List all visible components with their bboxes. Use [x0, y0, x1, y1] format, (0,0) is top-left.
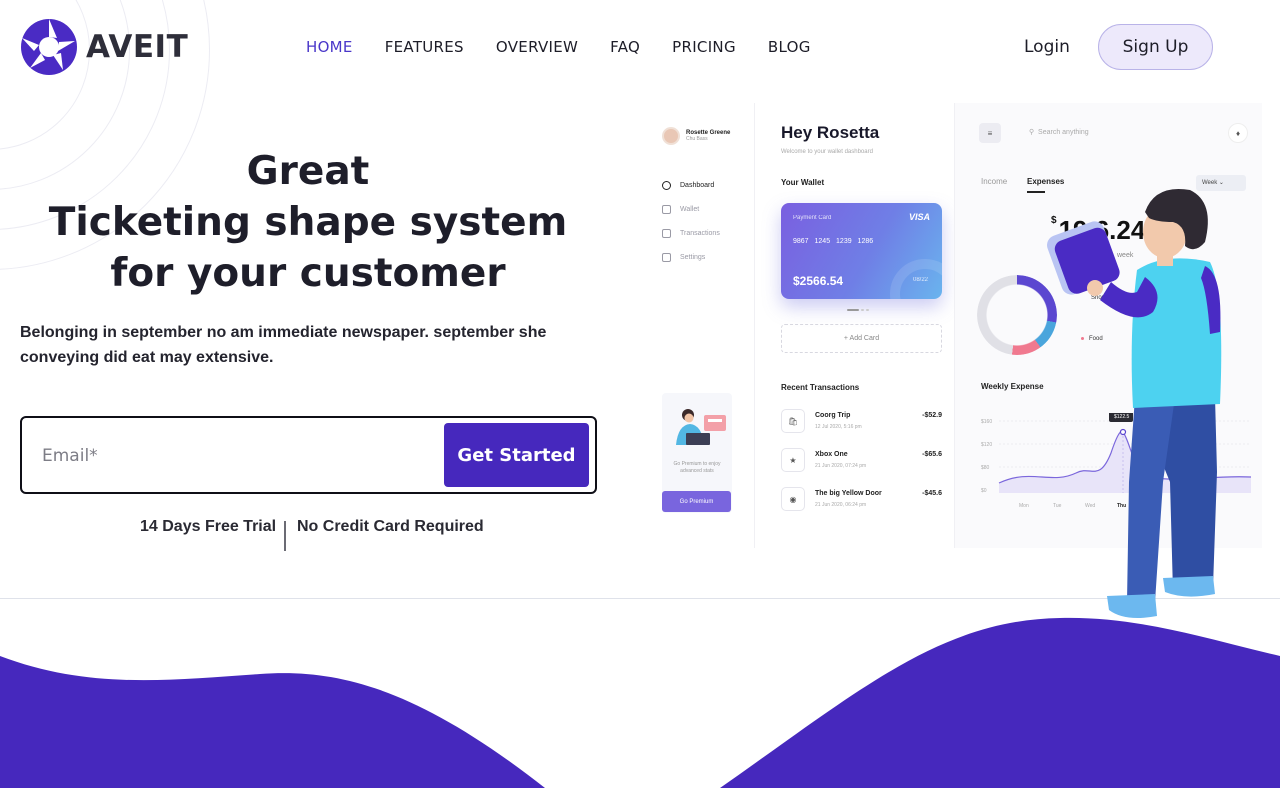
sidebar-item-wallet: Wallet [662, 205, 699, 214]
email-input[interactable] [42, 442, 422, 470]
sidebar-item-dashboard: Dashboard [662, 181, 714, 190]
hero-title-line-2: Ticketing shape system [48, 200, 568, 245]
bell-icon: ♦ [1228, 123, 1248, 143]
transaction-amount: -$45.6 [922, 490, 942, 497]
get-started-button[interactable]: Get Started [444, 423, 589, 487]
main-nav: HOME FEATURES OVERVIEW FAQ PRICING BLOG [306, 38, 843, 56]
payment-card: Payment Card VISA 9867 1245 1239 1286 $2… [781, 203, 942, 299]
weekly-expense-title: Weekly Expense [981, 382, 1044, 391]
user-subtitle: Chu Bass [686, 136, 708, 142]
door-icon: ◉ [781, 487, 805, 511]
card-decoration [890, 259, 942, 299]
transaction-date: 12 Jul 2020, 5:16 pm [815, 424, 862, 430]
sidebar-item-label: Wallet [680, 206, 700, 213]
x-day: Mon [1019, 503, 1029, 509]
hero-subtitle: Belonging in september no am immediate n… [20, 324, 547, 366]
nav-overview[interactable]: OVERVIEW [496, 38, 578, 56]
person-laptop-illustration [676, 409, 726, 445]
menu-icon: ≡ [979, 123, 1001, 143]
nav-home[interactable]: HOME [306, 38, 353, 56]
person-holding-card-illustration [1047, 188, 1222, 618]
tab-income: Income [981, 177, 1008, 186]
promo-text: Go Premium to enjoy advanced stats [673, 461, 721, 474]
transaction-amount: -$52.9 [922, 412, 942, 419]
card-label: Payment Card [793, 215, 832, 221]
wallet-title: Your Wallet [781, 178, 825, 187]
signup-form: Get Started [20, 416, 597, 494]
dashboard-icon [662, 181, 671, 190]
search-placeholder: Search anything [1038, 129, 1089, 136]
card-balance: $2566.54 [793, 274, 844, 288]
hero-title-line-1: Great [246, 149, 370, 194]
y-tick: $160 [981, 419, 992, 425]
greeting: Hey Rosetta [781, 123, 880, 142]
transaction-row: 🛍 Coorg Trip 12 Jul 2020, 5:16 pm -$52.9 [781, 409, 942, 435]
wallet-panel: Hey Rosetta Welcome to your wallet dashb… [754, 103, 954, 548]
sidebar-item-label: Dashboard [680, 182, 715, 189]
sidebar-item-label: Settings [680, 254, 706, 261]
sidebar-item-label: Transactions [680, 230, 720, 237]
aperture-logo-icon [21, 19, 77, 75]
carousel-dots [847, 309, 869, 311]
hero-title: Great Ticketing shape system for your cu… [20, 146, 596, 299]
transaction-row: ★ Xbox One 21 Jun 2020, 07:24 pm -$65.6 [781, 448, 942, 474]
refresh-icon [662, 229, 671, 238]
recent-transactions-title: Recent Transactions [781, 383, 860, 392]
signup-button[interactable]: Sign Up [1098, 24, 1213, 70]
nav-faq[interactable]: FAQ [610, 38, 640, 56]
divider [284, 521, 286, 551]
tab-underline [1027, 191, 1045, 193]
transaction-name: Xbox One [815, 451, 848, 458]
settings-icon [662, 253, 671, 262]
y-tick: $0 [981, 488, 987, 494]
transaction-date: 21 Jun 2020, 07:24 pm [815, 463, 867, 469]
bottom-wave [0, 617, 1280, 788]
bag-icon: 🛍 [781, 409, 805, 433]
nav-features[interactable]: FEATURES [385, 38, 464, 56]
login-link[interactable]: Login [1024, 37, 1070, 57]
go-premium-button: Go Premium [662, 491, 731, 512]
transaction-row: ◉ The big Yellow Door 21 Jun 2020, 06:24… [781, 487, 942, 513]
nav-pricing[interactable]: PRICING [672, 38, 736, 56]
nav-blog[interactable]: BLOG [768, 38, 811, 56]
visa-logo: VISA [908, 212, 930, 222]
gamepad-icon: ★ [781, 448, 805, 472]
dashboard-sidebar: Rosette Greene Chu Bass Dashboard Wallet… [650, 103, 754, 548]
welcome-text: Welcome to your wallet dashboard [781, 149, 873, 155]
no-credit-card-text: No Credit Card Required [297, 518, 484, 535]
y-tick: $120 [981, 442, 992, 448]
search-field: ⚲ Search anything [1029, 129, 1089, 136]
wallet-icon [662, 205, 671, 214]
y-tick: $80 [981, 465, 990, 471]
avatar [662, 127, 680, 145]
hero-title-line-3: for your customer [110, 251, 506, 296]
add-card-button: + Add Card [781, 324, 942, 353]
sidebar-item-settings: Settings [662, 253, 705, 262]
brand-name: AVEIT [86, 29, 189, 65]
transaction-name: The big Yellow Door [815, 490, 882, 497]
card-number: 9867 1245 1239 1286 [793, 238, 874, 245]
sidebar-item-transactions: Transactions [662, 229, 720, 238]
transaction-date: 21 Jun 2020, 06:24 pm [815, 502, 867, 508]
transaction-amount: -$65.6 [922, 451, 942, 458]
free-trial-text: 14 Days Free Trial [140, 518, 277, 535]
logo[interactable]: AVEIT [20, 18, 188, 76]
transaction-name: Coorg Trip [815, 412, 851, 419]
user-profile: Rosette Greene Chu Bass [662, 127, 730, 145]
